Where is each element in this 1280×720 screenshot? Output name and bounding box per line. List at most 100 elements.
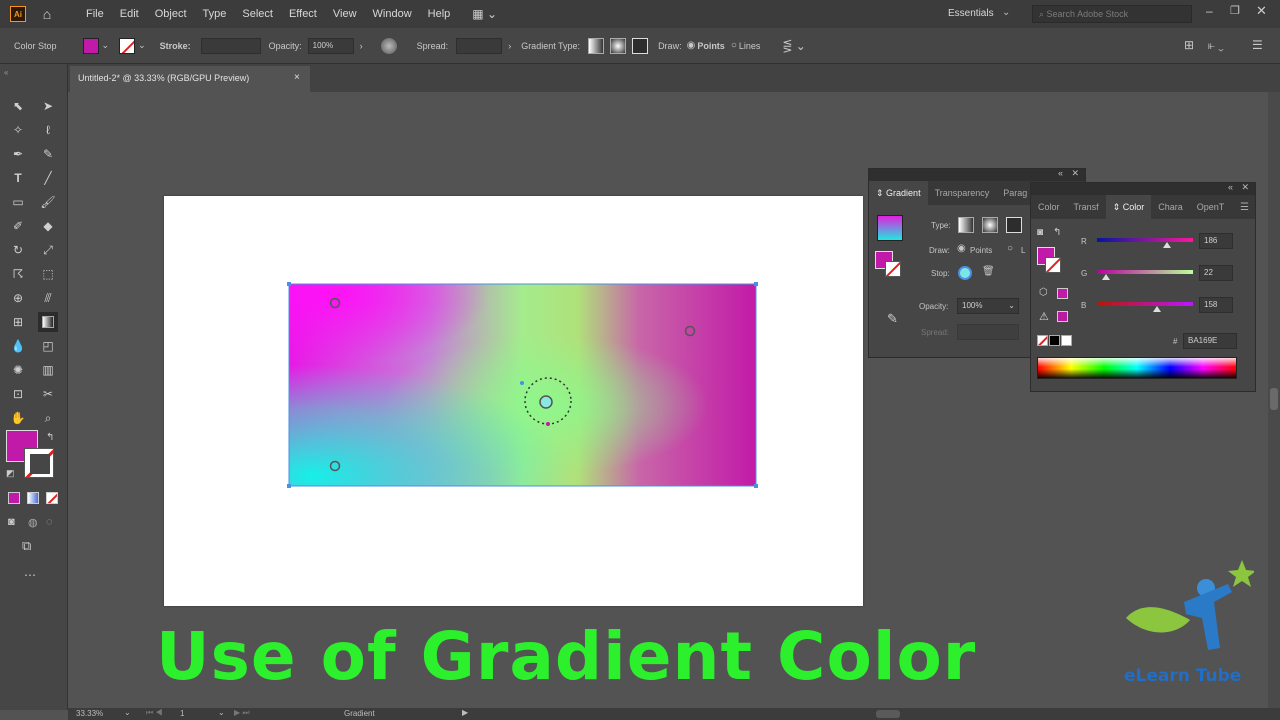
chevron-down-icon[interactable]: ⌄	[218, 708, 225, 717]
chevron-right-icon[interactable]: ›	[508, 41, 511, 51]
collapse-panel-icon[interactable]: «	[1058, 168, 1063, 178]
chevron-right-icon[interactable]: ▶	[462, 708, 468, 717]
close-panel-icon[interactable]: ✕	[1241, 182, 1249, 193]
blue-slider-track[interactable]	[1097, 302, 1193, 306]
close-tab-button[interactable]: ×	[294, 72, 300, 83]
swap-fill-stroke-icon[interactable]: ↰	[1053, 227, 1061, 238]
radial-gradient-button[interactable]	[610, 37, 627, 54]
eyedropper-icon[interactable]: ✎	[887, 311, 898, 327]
panel-menu-icon[interactable]: ☰	[1252, 38, 1263, 52]
close-window-button[interactable]: ✕	[1256, 3, 1267, 19]
blue-value-field[interactable]: 158	[1199, 297, 1233, 313]
chevron-down-icon[interactable]: ⌄	[124, 708, 131, 717]
first-artboard-button[interactable]: ⏮ ◀	[146, 708, 163, 718]
freeform-gradient-rectangle[interactable]	[287, 282, 758, 488]
lasso-tool-icon[interactable]: ℓ	[38, 120, 58, 140]
horizontal-scrollbar-thumb[interactable]	[876, 710, 900, 718]
eyedropper-tool-icon[interactable]: 💧	[8, 336, 28, 356]
out-of-web-gamut-icon[interactable]: ⬡	[1039, 287, 1048, 298]
chevron-down-icon[interactable]: ⌄	[1002, 7, 1010, 18]
direct-selection-tool-icon[interactable]: ➤	[38, 96, 58, 116]
line-tool-icon[interactable]: ╱	[38, 168, 58, 188]
points-radio[interactable]: ◉	[687, 40, 696, 51]
radial-type-button[interactable]	[982, 217, 998, 233]
anchor-point[interactable]	[287, 282, 291, 286]
gradient-preview-swatch[interactable]	[877, 215, 903, 241]
slice-tool-icon[interactable]: ✂	[38, 384, 58, 404]
tab-paragraph[interactable]: Parag	[996, 188, 1034, 198]
menu-effect[interactable]: Effect	[281, 8, 325, 20]
fill-swatch[interactable]	[82, 37, 99, 54]
mesh-tool-icon[interactable]: ⊞	[8, 312, 28, 332]
hand-tool-icon[interactable]: ✋	[8, 408, 28, 428]
chevron-right-icon[interactable]: ›	[360, 41, 363, 51]
scrollbar-thumb[interactable]	[1270, 388, 1278, 410]
rectangle-tool-icon[interactable]: ▭	[8, 192, 28, 212]
type-tool-icon[interactable]: T	[8, 168, 28, 188]
document-tab[interactable]: Untitled-2* @ 33.33% (RGB/GPU Preview) ×	[70, 66, 310, 92]
shaper-tool-icon[interactable]: ✐	[8, 216, 28, 236]
points-radio[interactable]: ◉	[957, 243, 966, 254]
green-slider-track[interactable]	[1097, 270, 1193, 274]
rotate-tool-icon[interactable]: ↻	[8, 240, 28, 260]
eraser-tool-icon[interactable]: ◆	[38, 216, 58, 236]
scale-tool-icon[interactable]: ⤢	[38, 240, 58, 260]
linear-type-button[interactable]	[958, 217, 974, 233]
align-icon[interactable]: ⋚ ⌄	[782, 39, 805, 53]
red-slider-track[interactable]	[1097, 238, 1193, 242]
spread-handle[interactable]	[546, 422, 550, 426]
stroke-swatch[interactable]	[119, 37, 136, 54]
home-icon[interactable]: ⌂	[36, 6, 58, 22]
gradient-stroke-indicator[interactable]	[885, 261, 901, 277]
close-panel-icon[interactable]: ✕	[1071, 168, 1079, 179]
lines-radio[interactable]: ○	[731, 40, 737, 51]
collapse-panel-icon[interactable]: «	[1228, 182, 1233, 192]
shape-builder-tool-icon[interactable]: ⊕	[8, 288, 28, 308]
tab-opentype[interactable]: OpenT	[1190, 202, 1232, 212]
spread-field[interactable]	[456, 37, 503, 54]
menu-edit[interactable]: Edit	[112, 8, 147, 20]
tab-transform[interactable]: Transf	[1067, 202, 1106, 212]
collapse-toolbar-icon[interactable]: «	[4, 68, 8, 77]
free-transform-tool-icon[interactable]: ⬚	[38, 264, 58, 284]
none-color-swatch[interactable]	[1037, 335, 1048, 346]
blend-tool-icon[interactable]: ◰	[38, 336, 58, 356]
menu-select[interactable]: Select	[234, 8, 281, 20]
transform-icon[interactable]: ⊞	[1184, 38, 1194, 52]
tab-transparency[interactable]: Transparency	[928, 188, 997, 198]
in-gamut-swatch[interactable]	[1057, 311, 1068, 322]
default-fill-stroke-icon[interactable]: ◙	[1037, 227, 1043, 238]
gradient-tool-icon[interactable]	[38, 312, 58, 332]
draw-normal-icon[interactable]: ◙	[8, 516, 15, 528]
perspective-grid-tool-icon[interactable]: ⫻	[38, 288, 58, 308]
symbol-sprayer-tool-icon[interactable]: ✺	[8, 360, 28, 380]
minimize-window-button[interactable]: –	[1206, 4, 1213, 18]
recolor-icon[interactable]	[380, 37, 397, 54]
artboard-number-field[interactable]: 1	[180, 709, 184, 718]
spread-handle[interactable]	[520, 381, 524, 385]
menu-type[interactable]: Type	[195, 8, 235, 20]
paintbrush-tool-icon[interactable]: 🖌	[38, 192, 58, 212]
more-tools-icon[interactable]: ⋯	[24, 568, 36, 582]
menu-window[interactable]: Window	[365, 8, 420, 20]
selection-tool-icon[interactable]: ⬉	[8, 96, 28, 116]
white-color-swatch[interactable]	[1061, 335, 1072, 346]
color-mode-icon[interactable]	[8, 492, 20, 504]
stroke-color-box[interactable]	[24, 448, 54, 478]
stroke-weight-field[interactable]	[200, 37, 261, 54]
chevron-down-icon[interactable]: ⌄	[138, 40, 146, 51]
opacity-field[interactable]: 100%	[307, 37, 354, 54]
restore-window-button[interactable]: ❐	[1230, 4, 1240, 17]
selected-color-point[interactable]	[539, 395, 553, 409]
panel-menu-icon[interactable]: ☰	[1240, 202, 1249, 213]
draw-inside-icon[interactable]: ◌	[46, 516, 53, 528]
none-mode-icon[interactable]	[46, 492, 58, 504]
curvature-tool-icon[interactable]: ✎	[38, 144, 58, 164]
color-stroke-indicator[interactable]	[1045, 257, 1061, 273]
blue-slider-thumb[interactable]	[1152, 306, 1161, 312]
draw-behind-icon[interactable]: ◍	[28, 516, 38, 529]
opacity-field[interactable]: 100% ⌄	[957, 298, 1019, 314]
artboard-tool-icon[interactable]: ⊡	[8, 384, 28, 404]
tab-gradient[interactable]: ⇕ Gradient	[869, 181, 928, 205]
arrange-documents-icon[interactable]: ▦ ⌄	[472, 7, 497, 21]
